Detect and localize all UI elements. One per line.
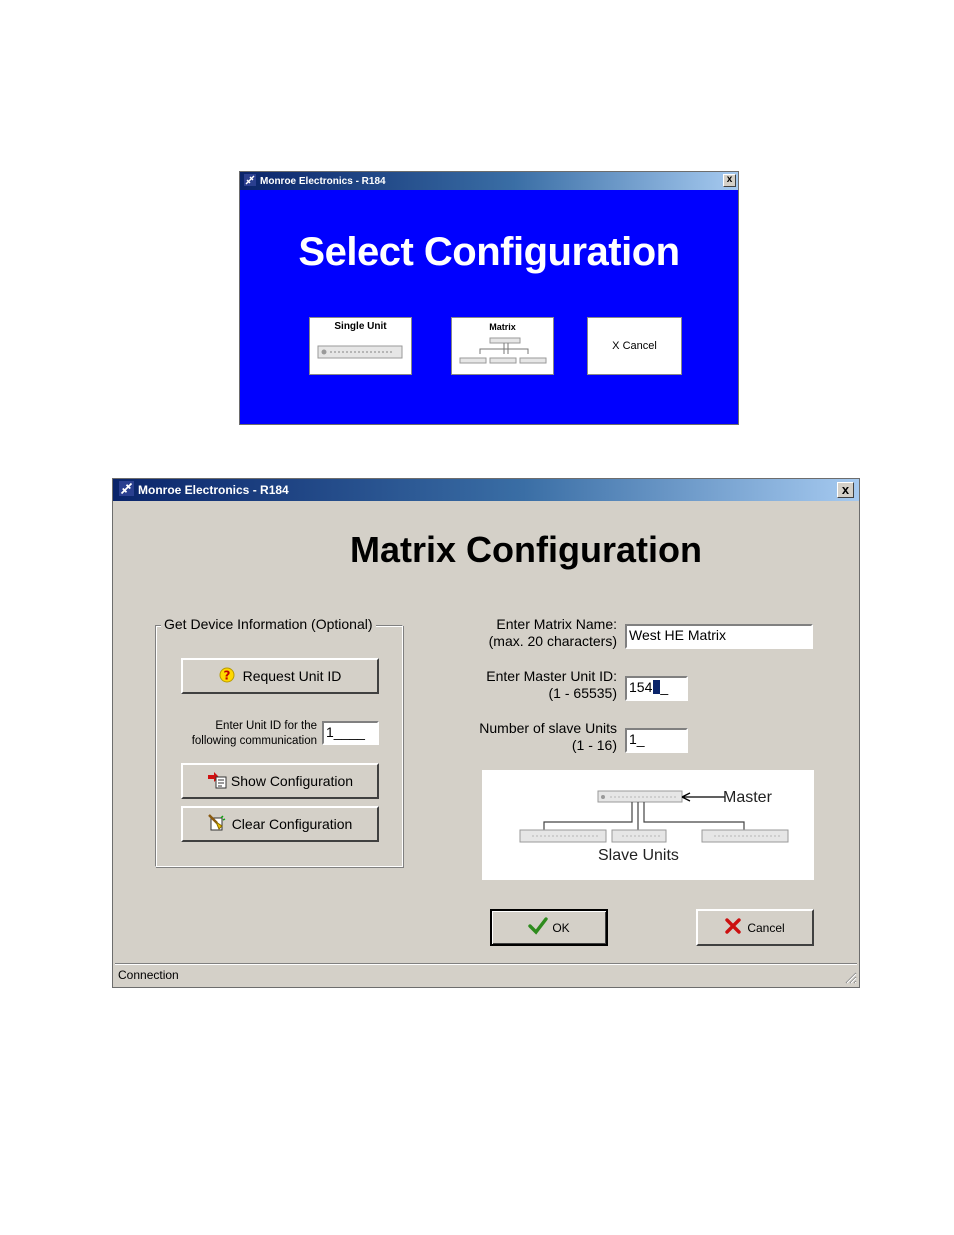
cancel-option-label: X Cancel bbox=[612, 340, 657, 352]
request-unit-id-button[interactable]: ? Request Unit ID bbox=[181, 658, 379, 694]
unit-id-label: Enter Unit ID for the following communic… bbox=[163, 719, 317, 749]
select-window-title: Monroe Electronics - R184 bbox=[260, 175, 386, 187]
matrix-configuration-window: Monroe Electronics - R184 x Matrix Confi… bbox=[112, 478, 860, 988]
svg-text:?: ? bbox=[223, 668, 230, 682]
checkmark-icon bbox=[528, 917, 549, 938]
close-icon: x bbox=[726, 174, 733, 185]
status-bar: Connection bbox=[115, 963, 857, 985]
master-label: Master bbox=[723, 789, 772, 806]
close-icon: x bbox=[841, 482, 850, 497]
matrix-window-titlebar: Monroe Electronics - R184 x bbox=[113, 479, 859, 501]
clear-configuration-icon bbox=[207, 813, 226, 835]
clear-configuration-label: Clear Configuration bbox=[231, 816, 353, 832]
close-button[interactable]: x bbox=[837, 482, 854, 498]
status-text: Connection bbox=[118, 968, 179, 982]
unit-id-label-line1: Enter Unit ID for the bbox=[215, 720, 317, 732]
help-question-icon: ? bbox=[219, 667, 235, 686]
app-icon bbox=[119, 481, 134, 499]
resize-grip-icon[interactable] bbox=[843, 970, 857, 984]
single-unit-option[interactable]: Single Unit bbox=[309, 317, 412, 375]
master-unit-id-suffix: _ bbox=[660, 679, 669, 695]
cancel-x-icon bbox=[725, 918, 742, 937]
request-unit-id-label: Request Unit ID bbox=[242, 668, 342, 684]
matrix-name-input[interactable]: West HE Matrix bbox=[625, 624, 813, 649]
matrix-topology-diagram: Master Slave Units bbox=[482, 770, 814, 880]
select-configuration-heading: Select Configuration bbox=[298, 230, 680, 274]
unit-id-input[interactable]: 1____ bbox=[322, 721, 379, 745]
device-info-group-legend: Get Device Information (Optional) bbox=[161, 616, 376, 632]
master-unit-id-label-line2: (1 - 65535) bbox=[548, 685, 617, 701]
slave-units-label-line2: (1 - 16) bbox=[571, 737, 617, 753]
select-window-titlebar: Monroe Electronics - R184 x bbox=[240, 172, 738, 190]
clear-configuration-button[interactable]: Clear Configuration bbox=[181, 806, 379, 842]
ok-label: OK bbox=[552, 920, 570, 935]
master-unit-id-label: Enter Master Unit ID: (1 - 65535) bbox=[443, 668, 617, 702]
matrix-window-title: Monroe Electronics - R184 bbox=[138, 483, 289, 497]
master-unit-id-value: 154 bbox=[629, 679, 653, 695]
matrix-option[interactable]: Matrix bbox=[451, 317, 554, 375]
show-configuration-label: Show Configuration bbox=[230, 773, 354, 789]
slave-units-label: Number of slave Units (1 - 16) bbox=[443, 720, 617, 754]
cancel-button[interactable]: Cancel bbox=[696, 909, 814, 946]
matrix-name-label-line2: (max. 20 characters) bbox=[488, 633, 617, 649]
master-unit-id-label-line1: Enter Master Unit ID: bbox=[486, 668, 617, 684]
cancel-option[interactable]: X Cancel bbox=[587, 317, 682, 375]
slave-units-label-line1: Number of slave Units bbox=[479, 720, 617, 736]
show-configuration-button[interactable]: Show Configuration bbox=[181, 763, 379, 799]
show-configuration-icon bbox=[207, 771, 227, 792]
ok-button[interactable]: OK bbox=[490, 909, 608, 946]
slave-units-input[interactable]: 1_ bbox=[625, 728, 688, 753]
single-unit-label: Single Unit bbox=[334, 321, 387, 332]
matrix-configuration-heading: Matrix Configuration bbox=[350, 529, 702, 570]
matrix-name-label: Enter Matrix Name: (max. 20 characters) bbox=[443, 616, 617, 650]
matrix-option-label: Matrix bbox=[489, 322, 516, 332]
slave-units-caption: Slave Units bbox=[598, 847, 679, 864]
master-unit-id-input[interactable]: 154 _ bbox=[625, 676, 688, 701]
close-button[interactable]: x bbox=[723, 174, 736, 187]
matrix-diagram-icon bbox=[459, 337, 547, 364]
single-unit-device-icon bbox=[317, 345, 403, 359]
matrix-name-label-line1: Enter Matrix Name: bbox=[496, 616, 617, 632]
app-icon bbox=[244, 173, 256, 189]
unit-id-label-line2: following communication bbox=[191, 735, 317, 747]
select-configuration-window: Monroe Electronics - R184 x Select Confi… bbox=[239, 171, 739, 425]
cancel-label: Cancel bbox=[747, 920, 785, 935]
